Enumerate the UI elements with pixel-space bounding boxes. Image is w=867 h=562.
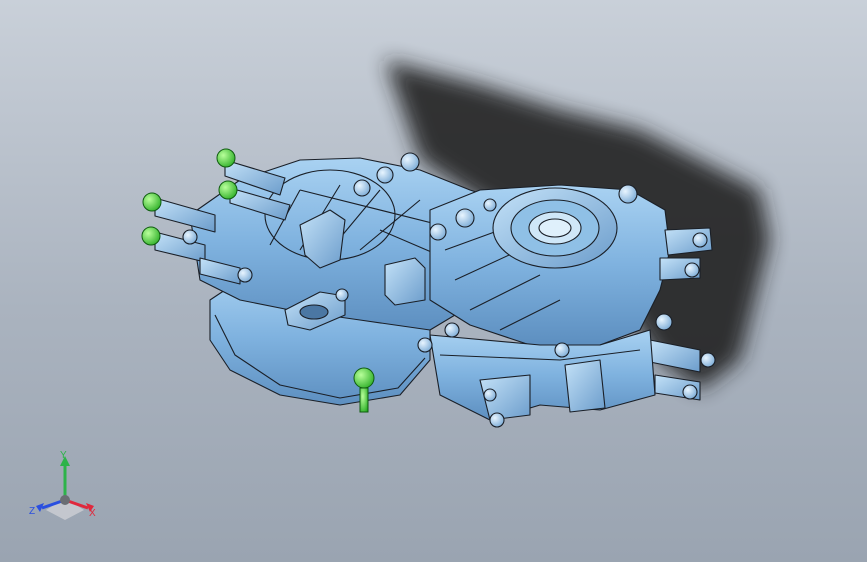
y-axis-label: Y — [60, 450, 67, 461]
triad-origin — [60, 495, 70, 505]
gearbox-housing-model[interactable] — [154, 152, 716, 428]
orientation-triad[interactable]: Y X Z — [29, 450, 96, 520]
z-axis-label: Z — [29, 506, 35, 517]
3d-viewport[interactable]: Y X Z — [0, 0, 867, 562]
x-axis-label: X — [89, 508, 96, 519]
